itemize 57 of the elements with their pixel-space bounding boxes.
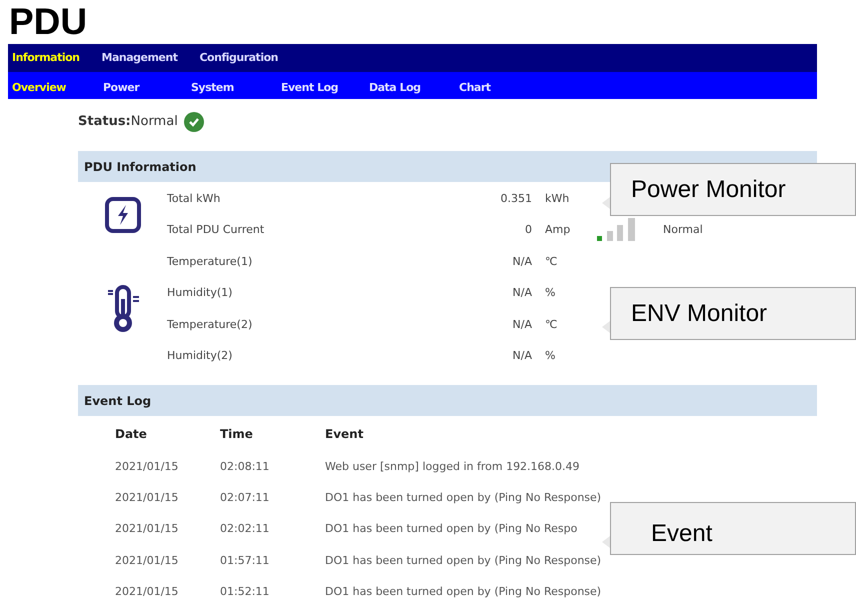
- callout-pointer-icon: [602, 197, 610, 209]
- signal-bars-icon: [597, 218, 637, 242]
- callout-box: Power Monitor: [610, 163, 856, 216]
- unit-label: %: [545, 285, 556, 301]
- table-cell: 01:57:11: [220, 554, 270, 567]
- table-cell: DO1 has been turned open by (Ping No Respo: [325, 522, 578, 536]
- table-cell: 02:07:11: [220, 490, 270, 504]
- table-cell: DO1 has been turned open by (Ping No Response): [325, 584, 602, 598]
- sub-menu-tab[interactable]: Overview: [12, 80, 66, 94]
- field-value: 0: [525, 222, 532, 238]
- unit-label: kWh: [545, 190, 570, 206]
- field-value: N/A: [512, 348, 532, 364]
- field-label: Total PDU Current: [167, 222, 266, 238]
- table-cell: DO1 has been turned open by (Ping No Response): [325, 490, 602, 504]
- table-cell: 2021/01/15: [115, 460, 178, 473]
- menu-tab[interactable]: Information: [12, 50, 80, 66]
- section-header: Event Log: [78, 385, 817, 416]
- callout-pointer-icon: [602, 321, 610, 333]
- callout-box: Event: [610, 502, 856, 555]
- table-cell: 2021/01/15: [115, 522, 178, 536]
- lightning-icon: [104, 196, 140, 232]
- field-value: N/A: [512, 285, 532, 301]
- unit-label: ℃: [545, 316, 558, 332]
- field-label: Humidity(1): [167, 285, 234, 301]
- load-status: Normal: [663, 222, 703, 238]
- page-title: PDU: [8, 0, 88, 44]
- table-cell: 2021/01/15: [115, 554, 178, 567]
- callout-pointer-icon: [602, 536, 610, 548]
- unit-label: ℃: [545, 254, 558, 270]
- table-cell: 2021/01/15: [115, 490, 178, 504]
- field-value: N/A: [512, 254, 532, 270]
- sub-menu-tab[interactable]: Event Log: [281, 80, 338, 94]
- menu-tab[interactable]: Management: [102, 50, 178, 66]
- menu-tab[interactable]: Configuration: [199, 50, 278, 66]
- column-header: Time: [220, 427, 253, 441]
- sub-menu-tab[interactable]: Chart: [459, 80, 491, 94]
- sub-menu-tab[interactable]: Power: [103, 80, 140, 94]
- callout-box: ENV Monitor: [610, 287, 856, 340]
- status-text: Status:Normal: [78, 113, 178, 132]
- sub-menu-tab[interactable]: System: [191, 80, 234, 94]
- table-cell: 02:02:11: [220, 522, 270, 536]
- field-label: Total kWh: [167, 190, 222, 206]
- field-value: N/A: [512, 316, 532, 332]
- table-cell: 01:52:11: [220, 584, 270, 598]
- sub-menu-tab[interactable]: Data Log: [369, 80, 421, 94]
- table-cell: 02:08:11: [220, 460, 270, 473]
- column-header: Date: [115, 427, 147, 441]
- field-label: Temperature(1): [167, 254, 254, 270]
- field-label: Temperature(2): [167, 316, 254, 332]
- field-label: Humidity(2): [167, 348, 234, 364]
- unit-label: %: [545, 348, 556, 364]
- unit-label: Amp: [545, 222, 572, 238]
- field-value: 0.351: [500, 190, 532, 206]
- table-cell: DO1 has been turned open by (Ping No Response): [325, 554, 602, 567]
- table-cell: 2021/01/15: [115, 584, 178, 598]
- column-header: Event: [325, 427, 364, 441]
- table-cell: Web user [snmp] logged in from 192.168.0.49: [325, 460, 580, 473]
